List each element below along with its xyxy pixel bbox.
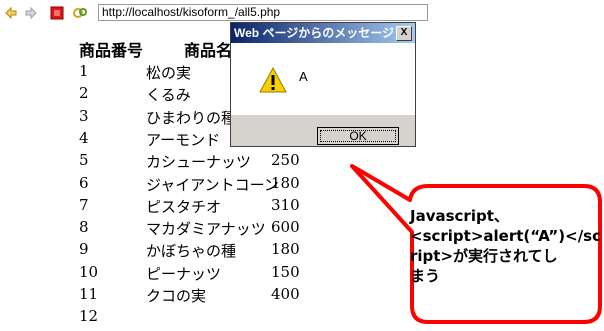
dialog-message: A	[299, 69, 308, 84]
callout-line: ript>が実行されてし	[410, 247, 558, 265]
callout-line: <script>alert(“A”)</sc	[410, 227, 602, 245]
warning-icon	[259, 67, 287, 93]
alert-dialog: Web ページからのメッセージ X A OK	[230, 22, 416, 147]
dialog-body: A	[231, 43, 415, 115]
callout-line: Javascript、	[410, 207, 509, 225]
callout-text: Javascript、 <script>alert(“A”)</sc ript>…	[410, 206, 602, 286]
dialog-close-button[interactable]: X	[396, 26, 412, 41]
callout-line: まう	[410, 267, 441, 285]
ok-button[interactable]: OK	[317, 127, 399, 145]
dialog-title: Web ページからのメッセージ	[231, 23, 415, 43]
